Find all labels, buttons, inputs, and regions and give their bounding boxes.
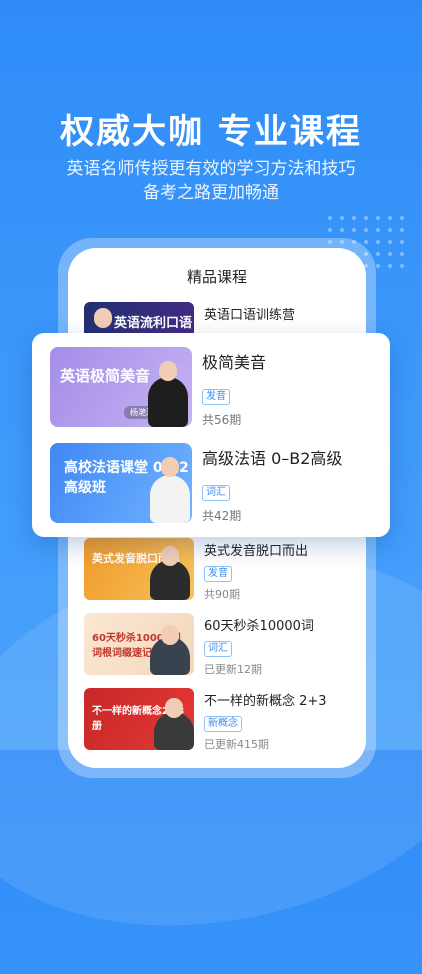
course-thumbnail: 60天秒杀10000词 词根词缀速记 bbox=[84, 613, 194, 675]
featured-tag: 发音 bbox=[202, 389, 230, 405]
course-title: 英式发音脱口而出 bbox=[204, 544, 309, 559]
hero-subtitle-2: 备考之路更加畅通 bbox=[143, 183, 279, 203]
course-title: 60天秒杀10000词 bbox=[204, 619, 314, 634]
featured-episodes: 共56期 bbox=[202, 413, 242, 427]
teacher-face bbox=[161, 546, 179, 566]
course-title: 不一样的新概念 2+3 bbox=[204, 694, 327, 709]
course-tag: 发音 bbox=[204, 566, 232, 582]
course-thumbnail: 英式发音脱口而出 bbox=[84, 538, 194, 600]
course-item[interactable]: 60天秒杀10000词 词根词缀速记 60天秒杀10000词 词汇 已更新12期 bbox=[84, 613, 354, 679]
featured-courses-card: 英语极简美音 杨滟浔 ▶ 极简美音 发音 共56期 高校法语课堂 0-B2高级班… bbox=[32, 333, 390, 537]
course-episodes: 共90期 bbox=[204, 588, 240, 601]
featured-course-item[interactable]: 英语极简美音 杨滟浔 ▶ 极简美音 发音 共56期 bbox=[50, 347, 380, 429]
course-tag: 词汇 bbox=[204, 641, 232, 657]
course-tag: 新概念 bbox=[204, 716, 242, 732]
hero-headline: 权威大咖 专业课程 bbox=[60, 112, 362, 152]
featured-course-item[interactable]: 高校法语课堂 0-B2高级班 高级法语 0–B2高级 词汇 共42期 bbox=[50, 443, 380, 525]
teacher-photo bbox=[148, 377, 188, 427]
teacher-face bbox=[161, 457, 179, 477]
featured-thumbnail: 高校法语课堂 0-B2高级班 bbox=[50, 443, 192, 523]
teacher-face bbox=[159, 361, 177, 381]
course-title: 英语口语训练营 bbox=[204, 308, 296, 323]
teacher-face bbox=[161, 625, 179, 645]
featured-episodes: 共42期 bbox=[202, 509, 242, 523]
course-item[interactable]: 英式发音脱口而出 英式发音脱口而出 发音 共90期 bbox=[84, 538, 354, 604]
featured-tag: 词汇 bbox=[202, 485, 230, 501]
course-thumbnail: 不一样的新概念2+3册 bbox=[84, 688, 194, 750]
course-episodes: 已更新12期 bbox=[204, 663, 262, 676]
hero-subtitle-1: 英语名师传授更有效的学习方法和技巧 bbox=[66, 159, 356, 179]
teacher-photo bbox=[150, 475, 190, 523]
teacher-face bbox=[165, 698, 183, 718]
course-item[interactable]: 不一样的新概念2+3册 不一样的新概念 2+3 新概念 已更新415期 bbox=[84, 688, 354, 754]
featured-thumbnail: 英语极简美音 杨滟浔 ▶ bbox=[50, 347, 192, 427]
teacher-photo bbox=[150, 560, 190, 600]
teacher-face bbox=[94, 308, 112, 328]
featured-title: 高级法语 0–B2高级 bbox=[202, 449, 343, 468]
featured-title: 极简美音 bbox=[202, 353, 267, 372]
section-title: 精品课程 bbox=[186, 268, 247, 286]
